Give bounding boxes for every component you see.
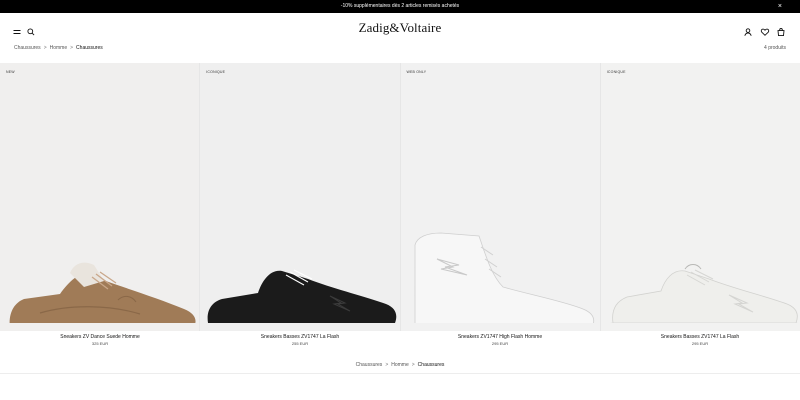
product-badge: ICONIQUE: [206, 70, 226, 74]
product-info: Sneakers Basses ZV1747 La Flash 295 EUR: [600, 334, 800, 347]
promo-bar: -10% supplémentaires dès 2 articles remi…: [0, 0, 800, 13]
product-image[interactable]: [200, 163, 399, 323]
product-badge: ICONIQUE: [606, 70, 626, 74]
breadcrumb-item[interactable]: Chaussures: [356, 362, 383, 368]
breadcrumb-separator: >: [70, 45, 74, 51]
breadcrumb-separator: >: [411, 362, 415, 368]
breadcrumb-current: Chaussures: [76, 45, 103, 51]
breadcrumb-item[interactable]: Homme: [391, 362, 409, 368]
product-info: Sneakers Basses ZV1747 La Flash 255 EUR: [200, 334, 400, 347]
product-badge: WEB ONLY: [406, 70, 427, 74]
product-image[interactable]: [601, 163, 800, 323]
product-card[interactable]: WEB ONLY: [400, 63, 600, 331]
product-price: 295 EUR: [491, 341, 509, 346]
product-image[interactable]: [401, 163, 600, 323]
bottom-breadcrumb: Chaussures > Homme > Chaussures: [0, 362, 800, 368]
breadcrumb: Chaussures > Homme > Chaussures: [14, 45, 103, 51]
close-icon[interactable]: ×: [778, 0, 782, 13]
product-badge: NEW: [6, 70, 15, 74]
product-card[interactable]: NEW: [0, 63, 200, 331]
product-info: Sneakers ZV Dance Suede Homme 325 EUR: [0, 334, 200, 347]
product-info-row: Sneakers ZV Dance Suede Homme 325 EUR Sn…: [0, 334, 800, 347]
breadcrumb-current: Chaussures: [417, 362, 445, 368]
product-price: 255 EUR: [291, 341, 309, 346]
breadcrumb-item[interactable]: Homme: [50, 45, 68, 51]
product-image[interactable]: [0, 163, 199, 323]
product-info: Sneakers ZV1747 High Flash Homme 295 EUR: [400, 334, 600, 347]
bag-icon[interactable]: [776, 24, 786, 37]
promo-text: -10% supplémentaires dès 2 articles remi…: [340, 3, 460, 9]
brand-logo[interactable]: Zadig&Voltaire: [0, 20, 800, 36]
footer-divider: [0, 373, 800, 374]
breadcrumb-separator: >: [43, 45, 47, 51]
wishlist-heart-icon[interactable]: [760, 24, 770, 36]
product-card[interactable]: ICONIQUE: [200, 63, 400, 331]
site-header: Zadig&Voltaire: [0, 13, 800, 45]
breadcrumb-separator: >: [385, 362, 389, 368]
product-count: 4 produits: [764, 45, 786, 51]
product-card[interactable]: ICONIQUE: [600, 63, 800, 331]
breadcrumb-item[interactable]: Chaussures: [14, 45, 41, 51]
product-price: 295 EUR: [691, 341, 709, 346]
product-grid: NEW ICONIQUE WEB ONLY ICONIQUE: [0, 63, 800, 331]
product-price: 325 EUR: [91, 341, 109, 346]
account-icon[interactable]: [743, 24, 753, 36]
